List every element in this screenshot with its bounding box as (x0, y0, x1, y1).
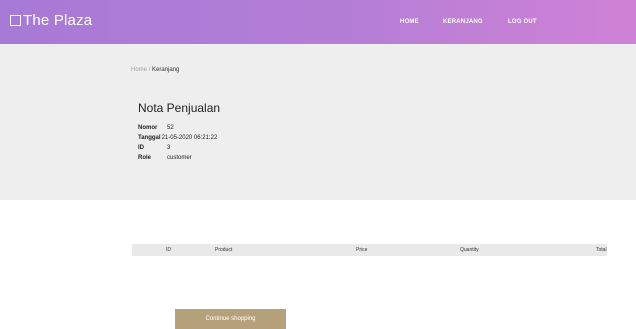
breadcrumb: Home / Keranjang (131, 67, 179, 73)
brand-logo[interactable]: The Plaza (10, 12, 92, 29)
invoice-row-id: ID 3 (138, 143, 217, 153)
info-label: Tanggal (138, 135, 161, 141)
cart-table-header: ID Product Price Quantity Total (132, 244, 607, 256)
continue-shopping-button[interactable]: Continue shopping (175, 309, 286, 329)
invoice-row-role: Role customer (138, 153, 217, 163)
column-header-quantity: Quantity (460, 247, 479, 253)
nav-logout-link[interactable]: LOG OUT (508, 19, 537, 25)
breadcrumb-current: Keranjang (152, 67, 180, 73)
column-header-price: Price (356, 247, 368, 253)
invoice-row-nomor: Nomor 52 (138, 123, 217, 133)
invoice-row-tanggal: Tanggal 21-05-2020 06:21:22 (138, 133, 217, 143)
nav-keranjang-link[interactable]: KERANJANG (443, 19, 483, 25)
info-label: ID (138, 145, 144, 151)
info-value: 21-05-2020 06:21:22 (161, 135, 218, 141)
brand-name: The Plaza (23, 12, 93, 29)
info-value: 3 (167, 145, 171, 151)
breadcrumb-home-link[interactable]: Home (131, 67, 147, 73)
hero-section (0, 44, 636, 200)
info-label: Nomor (138, 125, 158, 131)
info-label: Role (138, 155, 152, 161)
column-header-product: Product (215, 247, 233, 253)
column-header-id: ID (166, 247, 171, 253)
breadcrumb-separator: / (148, 67, 151, 73)
invoice-info: Nomor 52 Tanggal 21-05-2020 06:21:22 ID … (138, 123, 217, 163)
top-navbar: The Plaza HOME KERANJANG LOG OUT (0, 0, 636, 44)
column-header-total: Total (596, 247, 607, 253)
nav-home-link[interactable]: HOME (400, 19, 419, 25)
info-value: customer (167, 155, 192, 161)
square-outline-icon (10, 15, 21, 26)
info-value: 52 (167, 125, 174, 131)
page-title: Nota Penjualan (138, 101, 221, 115)
